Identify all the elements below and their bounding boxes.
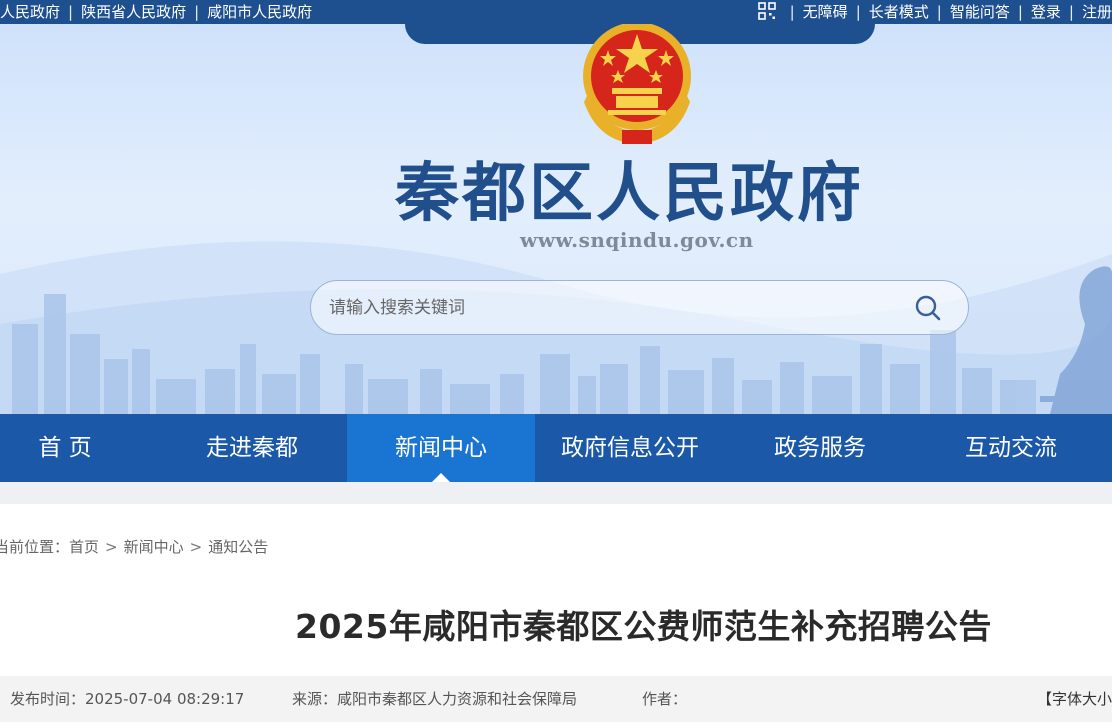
link-district-gov[interactable]: 人民政府 — [0, 3, 60, 21]
nav-item-about-qindu[interactable]: 走进秦都 — [157, 414, 347, 482]
breadcrumb-separator: > — [189, 538, 203, 556]
link-elder-mode[interactable]: 长者模式 — [869, 3, 929, 21]
article-meta-bar: 发布时间：2025-07-04 08:29:17 来源：咸阳市秦都区人力资源和社… — [0, 676, 1112, 722]
nav-divider — [0, 482, 1112, 504]
breadcrumb-prefix: 当前位置： — [0, 538, 70, 556]
main-nav: 首 页 走进秦都 新闻中心 政府信息公开 政务服务 互动交流 — [0, 414, 1112, 482]
header-banner: 秦都区人民政府 www.snqindu.gov.cn — [0, 24, 1112, 414]
breadcrumb-separator: > — [105, 538, 118, 556]
nav-item-interaction[interactable]: 互动交流 — [915, 414, 1107, 482]
link-smart-qa[interactable]: 智能问答 — [950, 3, 1010, 21]
site-url: www.snqindu.gov.cn — [520, 228, 754, 252]
nav-item-gov-services[interactable]: 政务服务 — [725, 414, 915, 482]
article-source: 来源：咸阳市秦都区人力资源和社会保障局 — [292, 690, 578, 708]
search-box — [310, 280, 969, 335]
search-icon[interactable] — [914, 294, 942, 322]
link-login[interactable]: 登录 — [1031, 3, 1061, 21]
top-utility-bar: 人民政府 | 陕西省人民政府 | 咸阳市人民政府 | 无障碍 | 长者模式 | 智能问答 | 登录 | 注… — [0, 0, 1112, 24]
qr-code-icon[interactable] — [757, 2, 776, 20]
nav-item-news-center[interactable]: 新闻中心 — [347, 414, 535, 482]
national-emblem-icon — [583, 24, 691, 144]
breadcrumb-news-center[interactable]: 新闻中心 — [124, 538, 184, 556]
site-title: 秦都区人民政府 — [395, 156, 864, 231]
link-xianyang-gov[interactable]: 咸阳市人民政府 — [207, 3, 312, 21]
breadcrumb-home[interactable]: 首页 — [69, 538, 99, 556]
nav-item-gov-info[interactable]: 政府信息公开 — [535, 414, 725, 482]
link-register[interactable]: 注册 — [1082, 3, 1112, 21]
nav-item-home[interactable]: 首 页 — [0, 414, 130, 482]
breadcrumb: 当前位置：首页 > 新闻中心 > 通知公告 — [0, 536, 268, 557]
article-title: 2025年咸阳市秦都区公费师范生补充招聘公告 — [295, 607, 992, 646]
breadcrumb-notices[interactable]: 通知公告 — [208, 538, 268, 556]
publish-time: 发布时间：2025-07-04 08:29:17 — [10, 690, 245, 708]
font-size-control[interactable]: 【字体大小 — [1037, 676, 1112, 722]
top-right-links: | 无障碍 | 长者模式 | 智能问答 | 登录 | 注册 — [757, 0, 1112, 24]
top-left-links: 人民政府 | 陕西省人民政府 | 咸阳市人民政府 — [0, 3, 313, 21]
link-shaanxi-gov[interactable]: 陕西省人民政府 — [81, 3, 186, 21]
search-input[interactable] — [329, 293, 889, 323]
article-author: 作者： — [642, 690, 688, 708]
link-accessibility[interactable]: 无障碍 — [803, 3, 848, 21]
